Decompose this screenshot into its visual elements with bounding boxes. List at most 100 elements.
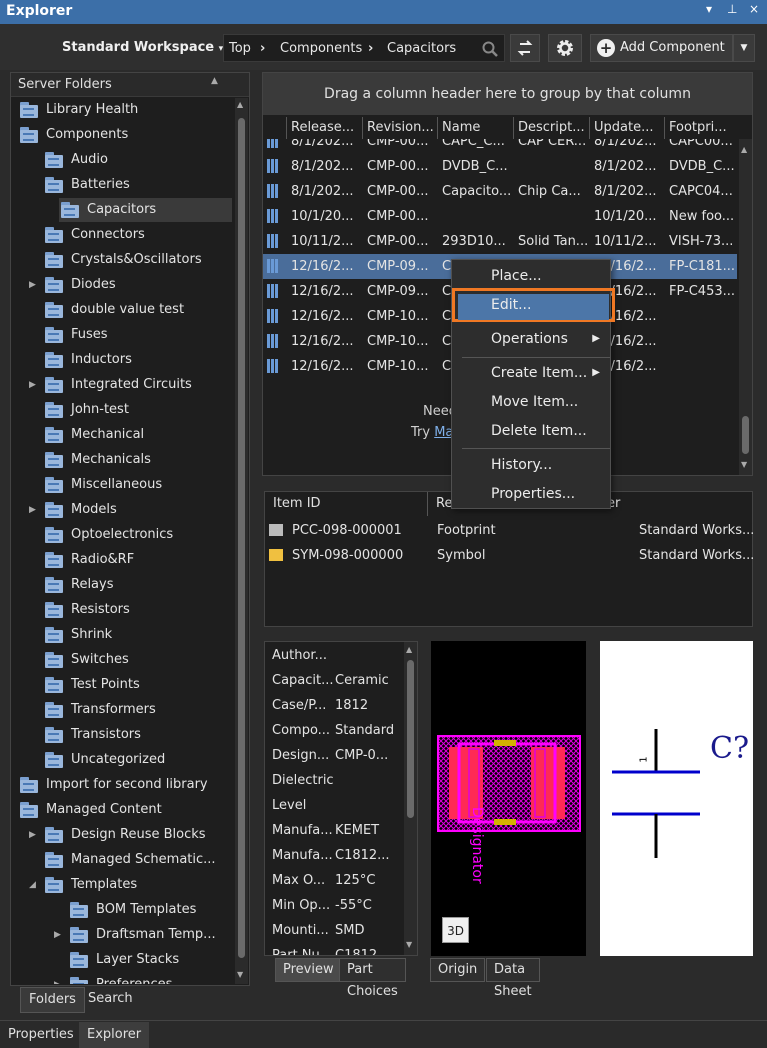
tree-item[interactable]: ▶ Diodes [11, 273, 235, 297]
tree-item[interactable]: Crystals&Oscillators [11, 248, 235, 272]
table-row[interactable]: 8/1/202... CMP-00... CAPC_C... CAP CER... 8/… [263, 139, 737, 154]
tree-item[interactable]: Miscellaneous [11, 473, 235, 497]
3d-button[interactable]: 3D [442, 917, 469, 943]
tab-explorer[interactable]: Explorer [79, 1022, 150, 1048]
tree-item[interactable]: Fuses [11, 323, 235, 347]
tree-item[interactable]: ▶ Integrated Circuits [11, 373, 235, 397]
tree-item[interactable]: Mechanicals [11, 448, 235, 472]
search-icon[interactable] [482, 41, 498, 57]
collapse-arrow-icon[interactable]: ◢ [11, 123, 16, 147]
expand-arrow-icon[interactable]: ▶ [29, 823, 41, 847]
menu-item-move[interactable]: Move Item... [452, 388, 610, 416]
ref-column-type[interactable]: Re [427, 492, 452, 516]
tab-folders[interactable]: Folders [20, 987, 85, 1013]
tab-properties[interactable]: Properties [0, 1022, 82, 1048]
grid-scrollbar-thumb[interactable] [742, 416, 749, 454]
tree-item[interactable]: Inductors [11, 348, 235, 372]
tree-item[interactable]: Library Health [11, 98, 235, 122]
menu-item-properties[interactable]: Properties... [452, 480, 610, 508]
expand-arrow-icon[interactable]: ▶ [29, 273, 41, 297]
breadcrumb-components[interactable]: Components [280, 41, 362, 56]
tree-item[interactable]: Relays [11, 573, 235, 597]
expand-arrow-icon[interactable]: ▶ [29, 498, 41, 522]
column-header-revision[interactable]: Revision... [362, 117, 438, 139]
properties-scrollbar-thumb[interactable] [407, 660, 414, 818]
menu-item-operations[interactable]: Operations ▶ [452, 325, 610, 353]
tab-preview[interactable]: Preview [275, 958, 342, 982]
expand-arrow-icon[interactable]: ▶ [11, 773, 16, 797]
tree-item[interactable]: Audio [11, 148, 235, 172]
menu-item-delete[interactable]: Delete Item... [452, 417, 610, 445]
tree-item[interactable]: ▶ Models [11, 498, 235, 522]
tree-item[interactable]: Optoelectronics [11, 523, 235, 547]
tree-item[interactable]: Connectors [11, 223, 235, 247]
tree-item[interactable]: Managed Schematic... [11, 848, 235, 872]
tree-item[interactable]: Radio&RF [11, 548, 235, 572]
tab-part-choices[interactable]: Part Choices [339, 958, 406, 999]
tree-item[interactable]: Mechanical [11, 423, 235, 447]
grid-scrollbar[interactable]: ▲ ▼ [739, 139, 752, 475]
tree-item[interactable]: Layer Stacks [11, 948, 235, 972]
ref-column-item-id[interactable]: Item ID [265, 492, 427, 516]
tree-item[interactable]: Test Points [11, 673, 235, 697]
tree-item[interactable]: ▶ Preferences [11, 973, 235, 984]
symbol-preview[interactable]: C? 1 [600, 641, 753, 956]
tab-origin[interactable]: Origin [430, 958, 486, 982]
tree-item[interactable]: Shrink [11, 623, 235, 647]
menu-item-edit[interactable]: Edit... [452, 291, 610, 319]
expand-arrow-icon[interactable]: ▶ [29, 373, 41, 397]
column-header-release[interactable]: Release... [286, 117, 362, 139]
menu-item-create[interactable]: Create Item... ▶ [452, 359, 610, 387]
tab-search[interactable]: Search [80, 987, 141, 1013]
tree-scrollbar[interactable]: ▲ ▼ [235, 98, 248, 984]
collapse-arrow-icon[interactable]: ◢ [11, 798, 16, 822]
collapse-icon[interactable]: ▲ [211, 76, 218, 86]
refresh-button[interactable] [510, 34, 540, 62]
tree-item[interactable]: ◢ Components [11, 123, 235, 147]
column-header-name[interactable]: Name [437, 117, 513, 139]
tree-item[interactable]: ◢ Templates [11, 873, 235, 897]
tree-item[interactable]: Resistors [11, 598, 235, 622]
column-header-footprint[interactable]: Footpri... [664, 117, 737, 139]
add-component-dropdown[interactable]: ▼ [733, 34, 755, 62]
reference-row[interactable]: SYM-098-000000 Symbol Standard Works... [265, 543, 754, 568]
tree-item[interactable]: ▶ Import for second library [11, 773, 235, 797]
tree-item[interactable]: Transformers [11, 698, 235, 722]
column-header-updated[interactable]: Update... [589, 117, 665, 139]
tree-scrollbar-thumb[interactable] [238, 118, 245, 958]
column-header-description[interactable]: Descript... [513, 117, 590, 139]
expand-arrow-icon[interactable]: ▶ [54, 923, 66, 947]
reference-row[interactable]: PCC-098-000001 Footprint Standard Works... [265, 518, 754, 543]
tree-item[interactable]: ◢ Managed Content [11, 798, 235, 822]
pin-icon[interactable]: ⊥ [727, 2, 737, 16]
tree-item[interactable]: double value test [11, 298, 235, 322]
menu-item-place[interactable]: Place... [452, 262, 610, 290]
table-row[interactable]: 10/11/2... CMP-00... 293D10... Solid Tan...… [263, 229, 737, 254]
collapse-arrow-icon[interactable]: ◢ [29, 873, 41, 897]
tree-item[interactable]: BOM Templates [11, 898, 235, 922]
tree-item[interactable]: Uncategorized [11, 748, 235, 772]
tree-item[interactable]: Batteries [11, 173, 235, 197]
dropdown-icon[interactable]: ▾ [706, 2, 712, 16]
properties-scrollbar[interactable]: ▲ ▼ [404, 642, 417, 955]
tree-item[interactable]: Transistors [11, 723, 235, 747]
tree-item[interactable]: ▶ Design Reuse Blocks [11, 823, 235, 847]
tree-item[interactable]: John-test [11, 398, 235, 422]
menu-item-history[interactable]: History... [452, 451, 610, 479]
table-row[interactable]: 10/1/20... CMP-00... 10/1/20... New foo... [263, 204, 737, 229]
server-folders-header[interactable]: Server Folders ▲ [11, 73, 249, 97]
footprint-preview[interactable]: Designator 3D [431, 641, 586, 956]
tree-item[interactable]: Capacitors [59, 198, 232, 222]
expand-arrow-icon[interactable]: ▶ [54, 973, 66, 984]
breadcrumb-capacitors[interactable]: Capacitors [387, 41, 456, 56]
tree-item[interactable]: Switches [11, 648, 235, 672]
close-icon[interactable]: × [749, 2, 759, 16]
workspace-selector[interactable]: Standard Workspace ▾ [62, 40, 223, 55]
tree-item[interactable]: ▶ Draftsman Temp... [11, 923, 235, 947]
add-component-button[interactable]: + Add Component [590, 34, 733, 62]
table-row[interactable]: 8/1/202... CMP-00... DVDB_C... 8/1/202... DV… [263, 154, 737, 179]
breadcrumb-top[interactable]: Top [229, 41, 251, 56]
table-row[interactable]: 8/1/202... CMP-00... Capacito... Chip Ca...… [263, 179, 737, 204]
settings-button[interactable] [548, 34, 582, 62]
tab-data-sheet[interactable]: Data Sheet [486, 958, 540, 999]
